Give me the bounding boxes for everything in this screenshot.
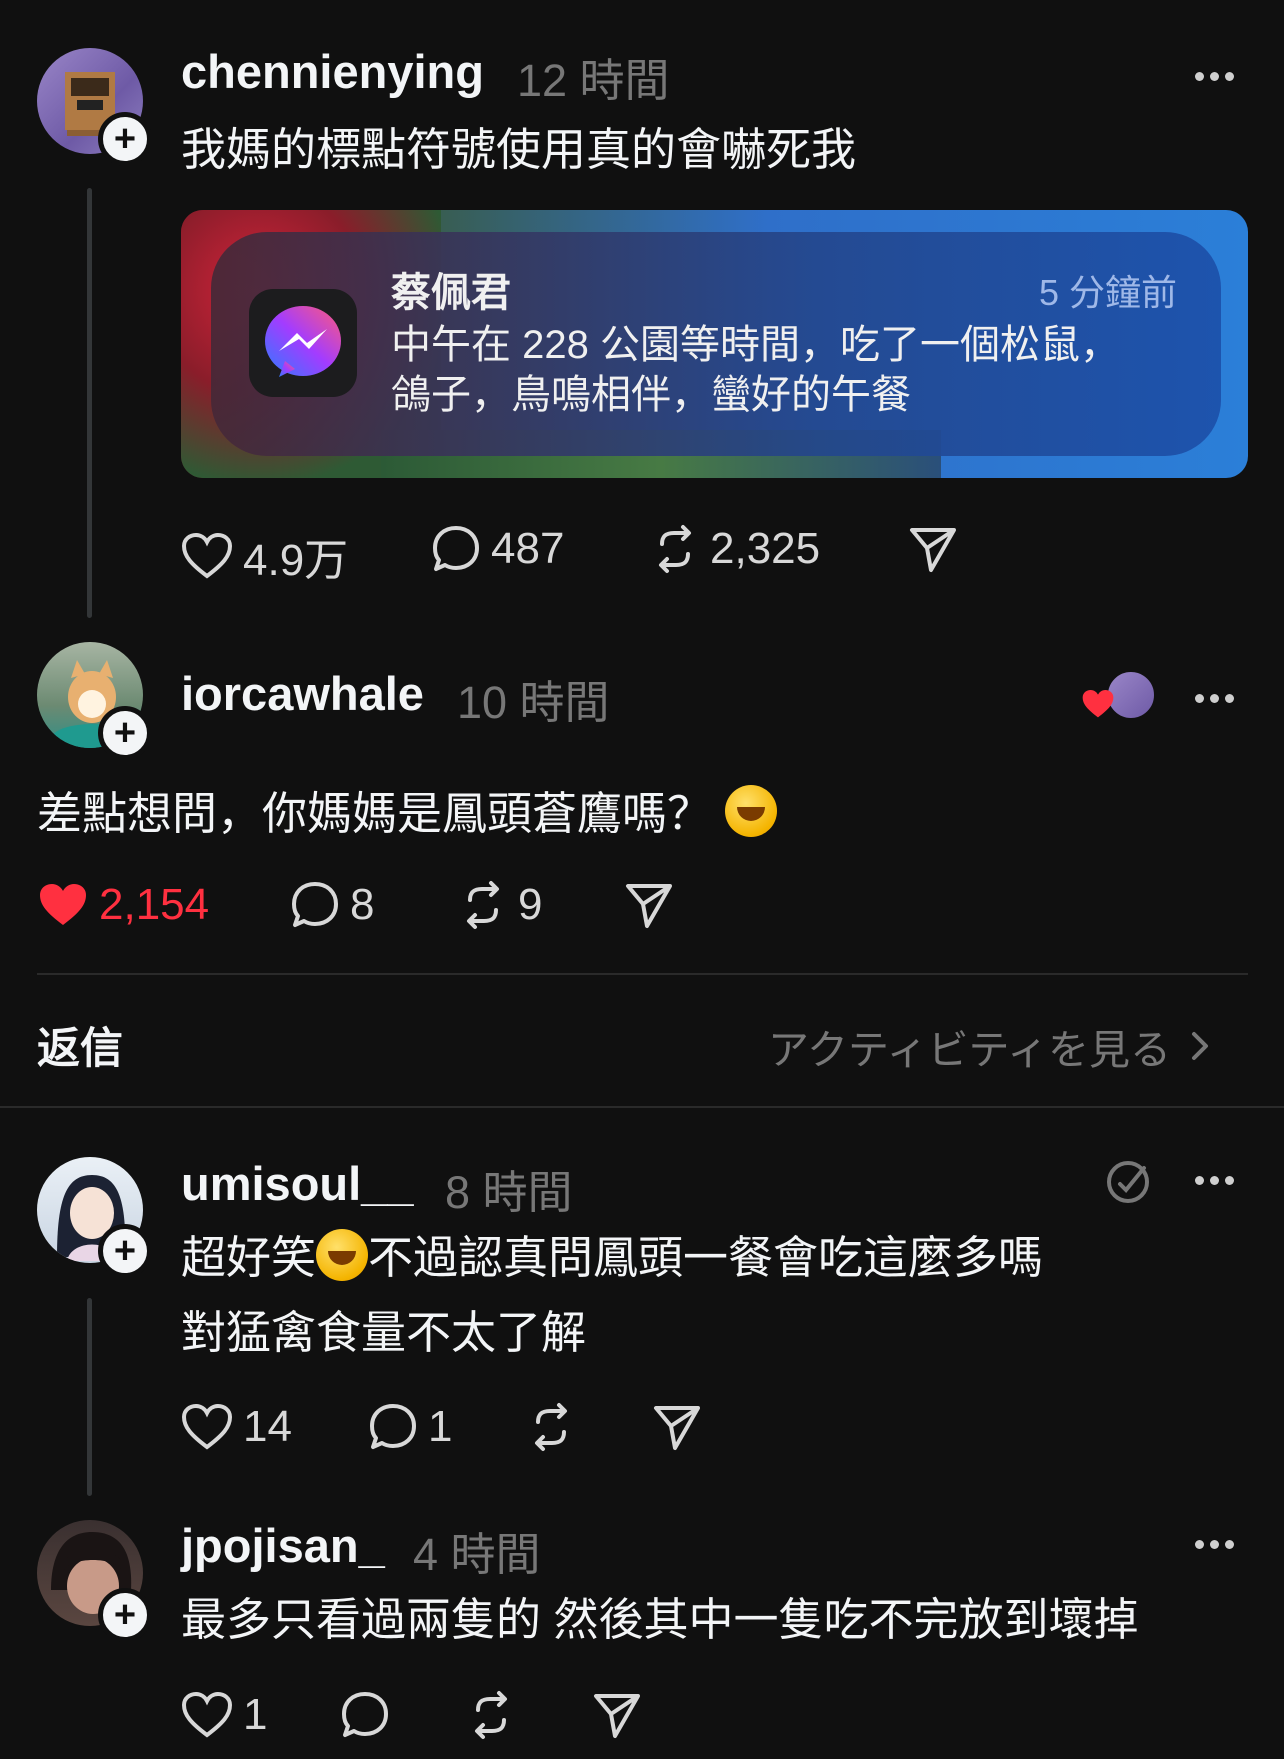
reply-text: 最多只看過兩隻的 然後其中一隻吃不完放到壞掉 [181,1594,1139,1645]
heart-icon [181,1691,233,1738]
heart-icon [1082,690,1114,718]
more-options-icon[interactable] [1195,1536,1245,1556]
username[interactable]: iorcawhale [181,666,424,721]
heart-filled-icon [40,884,86,925]
author-liked-icon [1107,1161,1149,1203]
repost-button[interactable] [466,1690,516,1740]
send-icon [654,1406,700,1450]
follow-plus-button[interactable]: + [98,1588,152,1642]
heart-icon [181,532,233,579]
comment-button[interactable]: 8 [290,880,374,930]
repost-icon [659,525,691,573]
follow-plus-button[interactable]: + [98,112,152,166]
repost-count: 9 [518,880,543,929]
comment-count: 8 [350,880,375,929]
repost-icon [535,1403,567,1451]
comment-count: 1 [428,1402,453,1451]
username[interactable]: chennienying [181,44,484,99]
repost-icon [475,1691,507,1739]
follow-plus-button[interactable]: + [98,1224,152,1278]
post-time: 8 時間 [445,1167,573,1218]
post-time: 4 時間 [413,1529,541,1580]
comment-button[interactable]: 1 [368,1402,452,1452]
view-activity-label: アクティビティを見る [768,1027,1172,1073]
like-count: 4.9万 [243,536,349,585]
messenger-icon [249,289,357,397]
share-button[interactable] [652,1402,702,1452]
share-button[interactable] [624,880,674,930]
send-icon [910,528,956,572]
post-text: 我媽的標點符號使用真的會嚇死我 [181,124,857,175]
comment-icon [292,882,338,927]
send-icon [626,884,672,928]
post-time: 12 時間 [517,55,670,106]
comment-icon [433,526,479,571]
comment-button[interactable] [340,1690,390,1740]
share-button[interactable] [908,524,958,574]
like-count: 1 [243,1690,268,1739]
repost-button[interactable] [526,1402,576,1452]
reply-text: 超好笑 不過認真問鳳頭一餐會吃這麼多嗎 [181,1222,1043,1294]
reply-text-part2: 不過認真問鳳頭一餐會吃這麼多嗎 [368,1232,1044,1283]
divider [37,973,1248,975]
more-options-icon[interactable] [1195,68,1245,88]
post-time: 10 時間 [457,677,610,728]
like-button[interactable]: 14 [181,1402,292,1452]
reply-text-line2: 對猛禽食量不太了解 [181,1307,587,1358]
rolling-laughing-emoji [316,1229,369,1281]
comment-icon [370,1404,416,1449]
username[interactable]: jpojisan_ [181,1518,385,1573]
comment-button[interactable]: 487 [431,524,564,574]
more-options-icon[interactable] [1195,690,1245,710]
notification-card: 蔡佩君 5 分鐘前 中午在 228 公園等時間，吃了一個松鼠， 鴿子，鳥鳴相伴，… [211,232,1221,456]
like-count: 14 [243,1402,292,1451]
attached-image[interactable]: 蔡佩君 5 分鐘前 中午在 228 公園等時間，吃了一個松鼠， 鴿子，鳥鳴相伴，… [181,210,1248,478]
like-button[interactable]: 2,154 [37,880,209,930]
reply-text-part1: 超好笑 [181,1232,317,1283]
notification-message-line2: 鴿子，鳥鳴相伴，蠻好的午餐 [391,373,911,417]
notification-sender: 蔡佩君 [391,271,511,315]
post-text-content: 差點想問，你媽媽是鳳頭蒼鷹嗎？ [37,788,713,839]
section-divider [0,1106,1284,1108]
liked-by-indicator [1080,670,1156,722]
repost-count: 2,325 [710,524,821,573]
rolling-laughing-emoji [724,785,777,837]
follow-plus-button[interactable]: + [98,706,152,760]
replies-title: 返信 [37,1025,123,1073]
like-count: 2,154 [99,880,210,929]
thread-line [87,188,92,618]
send-icon [594,1694,640,1738]
view-activity-link[interactable]: アクティビティを見る [768,1016,1215,1076]
like-button[interactable]: 1 [181,1690,267,1740]
repost-icon [467,881,499,929]
share-button[interactable] [592,1690,642,1740]
post-text: 差點想問，你媽媽是鳳頭蒼鷹嗎？ [37,778,777,850]
comment-count: 487 [491,524,565,573]
heart-icon [181,1403,233,1450]
like-button[interactable]: 4.9万 [181,524,348,588]
repost-button[interactable]: 9 [458,880,542,930]
chevron-right-icon [1192,1032,1209,1060]
username[interactable]: umisoul__ [181,1156,413,1211]
comment-icon [342,1692,388,1737]
thread-line [87,1298,92,1496]
repost-button[interactable]: 2,325 [650,524,820,574]
notification-time: 5 分鐘前 [1038,272,1177,313]
more-options-icon[interactable] [1195,1172,1245,1192]
